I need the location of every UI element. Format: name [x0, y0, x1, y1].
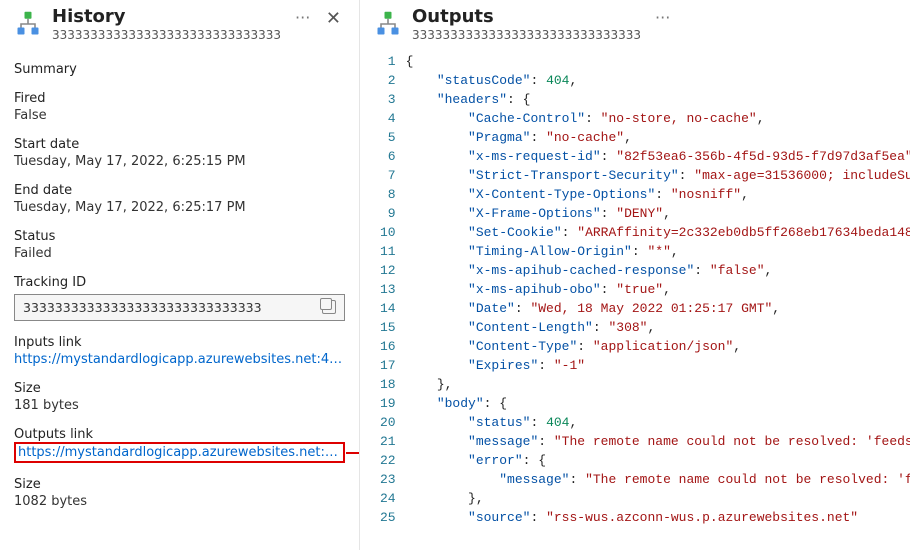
outputs-more-button[interactable]: ···	[651, 8, 674, 27]
outputs-link-highlight: https://mystandardlogicapp.azurewebsites…	[14, 442, 345, 463]
tracking-id-label: Tracking ID	[14, 275, 345, 290]
inputs-link-label: Inputs link	[14, 335, 345, 350]
tracking-id-box: 333333333333333333333333333333	[14, 294, 345, 321]
line-gutter: 1 2 3 4 5 6 7 8 9 10 11 12 13 14 15 16 1…	[374, 52, 406, 534]
history-header: History 333333333333333333333333333333 ·…	[14, 6, 345, 48]
history-title: History	[52, 6, 281, 28]
outputs-panel: Outputs 333333333333333333333333333333 ·…	[360, 0, 910, 550]
outputs-link[interactable]: https://mystandardlogicapp.azurewebsites…	[18, 445, 341, 460]
outputs-header: Outputs 333333333333333333333333333333 ·…	[374, 6, 910, 48]
logic-app-icon	[374, 10, 402, 38]
end-date-value: Tuesday, May 17, 2022, 6:25:17 PM	[14, 200, 345, 215]
start-date-value: Tuesday, May 17, 2022, 6:25:15 PM	[14, 154, 345, 169]
outputs-subtitle: 333333333333333333333333333333	[412, 28, 641, 42]
start-date-label: Start date	[14, 137, 345, 152]
status-label: Status	[14, 229, 345, 244]
close-button[interactable]: ✕	[322, 6, 345, 31]
inputs-size-label: Size	[14, 381, 345, 396]
history-subtitle: 333333333333333333333333333333	[52, 28, 281, 42]
fired-label: Fired	[14, 91, 345, 106]
json-viewer[interactable]: 1 2 3 4 5 6 7 8 9 10 11 12 13 14 15 16 1…	[374, 52, 910, 534]
logic-app-icon	[14, 10, 42, 38]
copy-icon[interactable]	[322, 300, 336, 314]
fired-value: False	[14, 108, 345, 123]
code-lines: { "statusCode": 404, "headers": { "Cache…	[406, 52, 910, 534]
tracking-id-value: 333333333333333333333333333333	[23, 300, 262, 315]
inputs-link[interactable]: https://mystandardlogicapp.azurewebsites…	[14, 352, 345, 367]
outputs-size-label: Size	[14, 477, 345, 492]
history-more-button[interactable]: ···	[291, 8, 314, 27]
outputs-link-label: Outputs link	[14, 427, 345, 442]
outputs-title: Outputs	[412, 6, 641, 28]
summary-heading: Summary	[14, 62, 345, 77]
inputs-size-value: 181 bytes	[14, 398, 345, 413]
history-panel: History 333333333333333333333333333333 ·…	[0, 0, 360, 550]
outputs-size-value: 1082 bytes	[14, 494, 345, 509]
callout-arrow-icon	[346, 446, 360, 460]
status-value: Failed	[14, 246, 345, 261]
end-date-label: End date	[14, 183, 345, 198]
